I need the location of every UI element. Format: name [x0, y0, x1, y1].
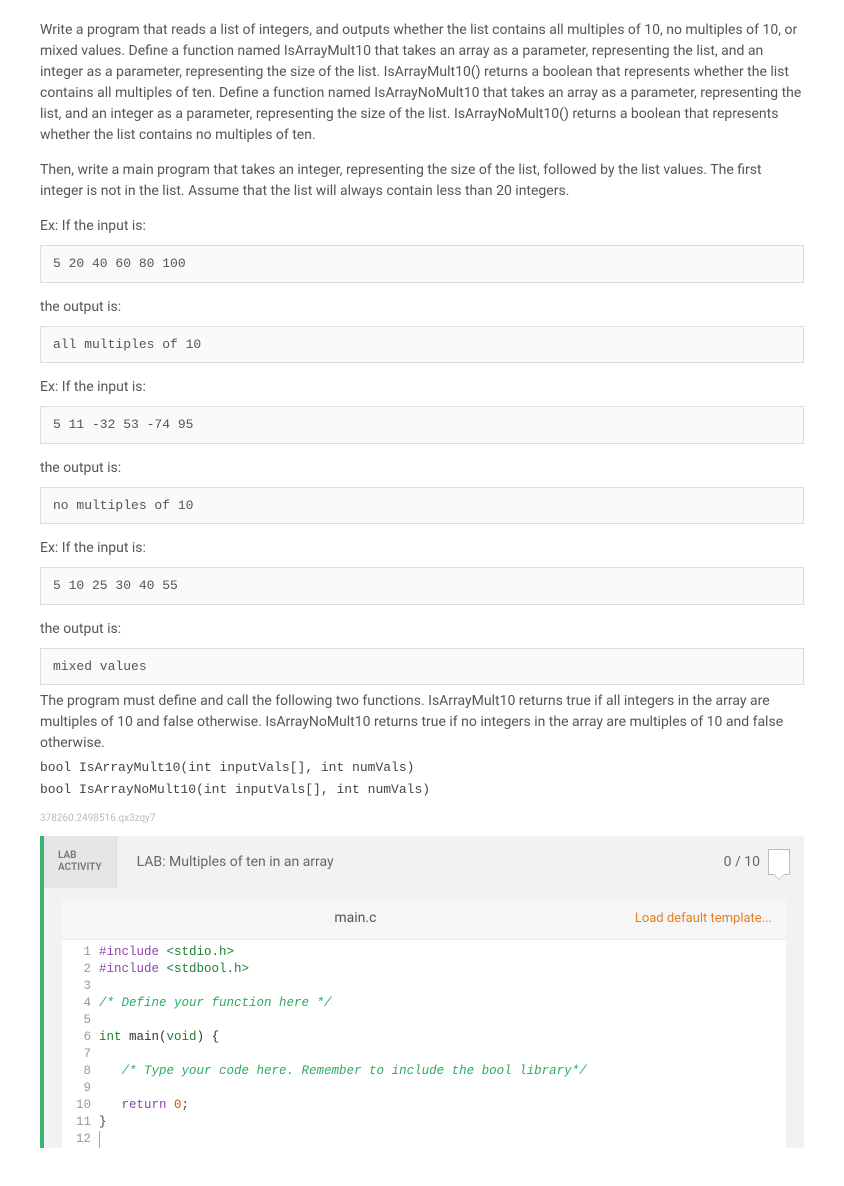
output-label-1: the output is: — [40, 297, 804, 318]
code-line[interactable]: } — [99, 1114, 776, 1131]
code-line[interactable] — [99, 1046, 776, 1063]
lab-activity-line1: LAB — [58, 850, 102, 862]
code-lines[interactable]: #include <stdio.h> #include <stdbool.h> … — [99, 944, 786, 1148]
line-number: 6 — [76, 1029, 91, 1046]
output-label-3: the output is: — [40, 619, 804, 640]
line-number: 2 — [76, 961, 91, 978]
code-line[interactable] — [99, 978, 776, 995]
example-1-output: all multiples of 10 — [40, 326, 804, 364]
line-number: 7 — [76, 1046, 91, 1063]
editor-area: main.c Load default template... 1 2 3 4 … — [62, 898, 786, 1148]
lab-title: LAB: Multiples of ten in an array — [117, 836, 724, 888]
problem-paragraph-2: Then, write a main program that takes an… — [40, 160, 804, 202]
output-label-2: the output is: — [40, 458, 804, 479]
editor-bar: main.c Load default template... — [62, 898, 786, 939]
code-line[interactable]: #include <stdio.h> — [99, 944, 776, 961]
lab-activity-tab: LAB ACTIVITY — [44, 836, 117, 888]
example-2-output: no multiples of 10 — [40, 487, 804, 525]
line-number: 4 — [76, 995, 91, 1012]
watermark: 378260.2498516.qx3zqy7 — [40, 811, 804, 826]
code-line[interactable] — [99, 1080, 776, 1097]
score-shield-icon — [768, 849, 790, 875]
line-number: 5 — [76, 1012, 91, 1029]
lab-header: LAB ACTIVITY LAB: Multiples of ten in an… — [44, 836, 804, 888]
lab-score-value: 0 / 10 — [724, 852, 760, 873]
code-line[interactable]: return 0; — [99, 1097, 776, 1114]
example-label-3: Ex: If the input is: — [40, 538, 804, 559]
function-signature-1: bool IsArrayMult10(int inputVals[], int … — [40, 758, 804, 778]
problem-footer: The program must define and call the fol… — [40, 691, 804, 754]
lab-score: 0 / 10 — [724, 836, 804, 888]
code-line[interactable]: /* Type your code here. Remember to incl… — [99, 1063, 776, 1080]
example-1-input: 5 20 40 60 80 100 — [40, 245, 804, 283]
example-label-1: Ex: If the input is: — [40, 216, 804, 237]
line-number: 8 — [76, 1063, 91, 1080]
line-number: 3 — [76, 978, 91, 995]
function-signature-2: bool IsArrayNoMult10(int inputVals[], in… — [40, 780, 804, 800]
line-number: 1 — [76, 944, 91, 961]
code-line[interactable] — [99, 1131, 776, 1148]
line-number: 9 — [76, 1080, 91, 1097]
lab-container: LAB ACTIVITY LAB: Multiples of ten in an… — [40, 836, 804, 1148]
line-number-gutter: 1 2 3 4 5 6 7 8 9 10 11 12 — [62, 944, 99, 1148]
code-line[interactable]: int main(void) { — [99, 1029, 776, 1046]
editor-filename: main.c — [76, 908, 635, 929]
example-3-output: mixed values — [40, 648, 804, 686]
code-line[interactable]: /* Define your function here */ — [99, 995, 776, 1012]
problem-paragraph-1: Write a program that reads a list of int… — [40, 20, 804, 146]
load-default-template-link[interactable]: Load default template... — [635, 909, 772, 929]
line-number: 12 — [76, 1131, 91, 1148]
line-number: 11 — [76, 1114, 91, 1131]
example-label-2: Ex: If the input is: — [40, 377, 804, 398]
lab-activity-line2: ACTIVITY — [58, 862, 102, 874]
code-editor[interactable]: 1 2 3 4 5 6 7 8 9 10 11 12 #include <std… — [62, 939, 786, 1148]
example-3-input: 5 10 25 30 40 55 — [40, 567, 804, 605]
example-2-input: 5 11 -32 53 -74 95 — [40, 406, 804, 444]
code-line[interactable]: #include <stdbool.h> — [99, 961, 776, 978]
code-line[interactable] — [99, 1012, 776, 1029]
line-number: 10 — [76, 1097, 91, 1114]
